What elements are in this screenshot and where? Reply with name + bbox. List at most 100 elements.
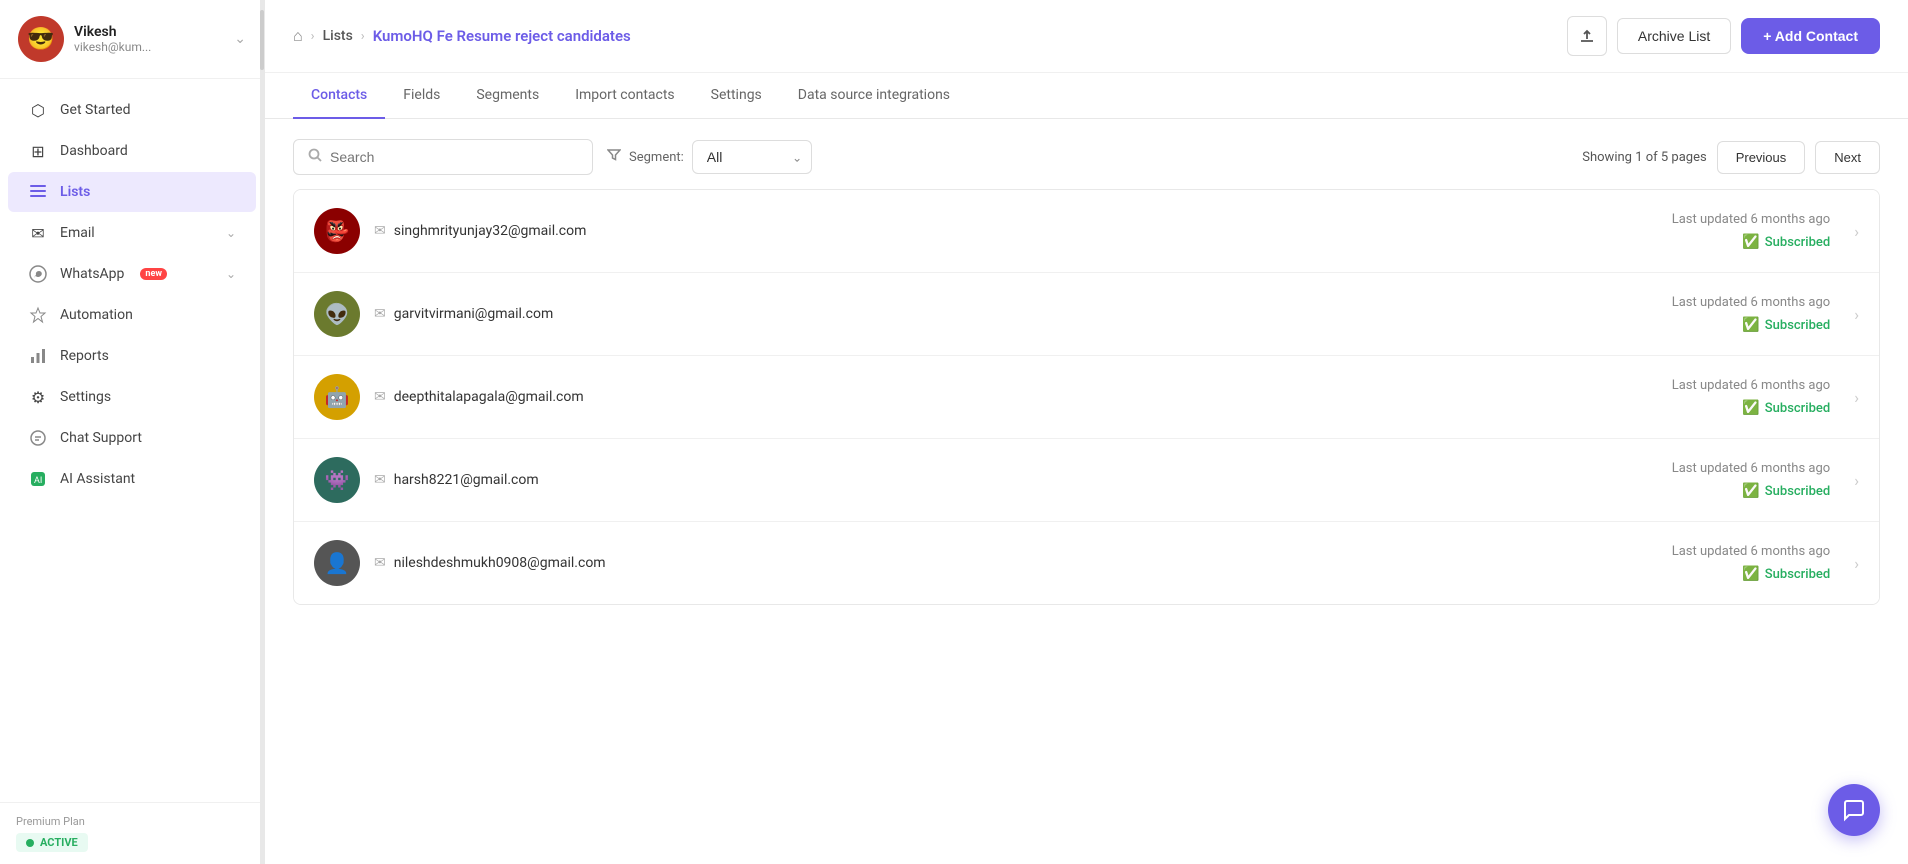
email-icon: ✉ bbox=[374, 555, 386, 571]
tabs-bar: Contacts Fields Segments Import contacts… bbox=[265, 73, 1908, 119]
table-row[interactable]: 👽 ✉ garvitvirmani@gmail.com Last updated… bbox=[294, 273, 1879, 356]
tab-settings[interactable]: Settings bbox=[693, 73, 780, 119]
content-area: Segment: All Subscribed Unsubscribed Sho… bbox=[265, 119, 1908, 864]
chevron-right-icon: › bbox=[1854, 388, 1859, 407]
chat-support-button[interactable] bbox=[1828, 784, 1880, 836]
sidebar-item-label: Automation bbox=[60, 307, 133, 323]
sidebar: 😎 Vikesh vikesh@kum... ⌄ ⬡ Get Started ⊞… bbox=[0, 0, 265, 864]
check-icon: ✅ bbox=[1742, 400, 1759, 416]
status-text: Subscribed bbox=[1765, 318, 1830, 333]
email-icon: ✉ bbox=[374, 223, 386, 239]
check-icon: ✅ bbox=[1742, 483, 1759, 499]
tab-data-source[interactable]: Data source integrations bbox=[780, 73, 968, 119]
breadcrumb-title: KumoHQ Fe Resume reject candidates bbox=[373, 27, 631, 45]
breadcrumb-lists[interactable]: Lists bbox=[323, 28, 353, 44]
contact-email: garvitvirmani@gmail.com bbox=[394, 306, 553, 322]
contact-email: singhmrityunjay32@gmail.com bbox=[394, 223, 587, 239]
last-updated: Last updated 6 months ago bbox=[1672, 212, 1831, 227]
table-row[interactable]: 👺 ✉ singhmrityunjay32@gmail.com Last upd… bbox=[294, 190, 1879, 273]
contact-email-area: ✉ nileshdeshmukh0908@gmail.com bbox=[374, 555, 1658, 571]
contact-email: deepthitalapagala@gmail.com bbox=[394, 389, 584, 405]
email-icon: ✉ bbox=[28, 223, 48, 243]
segment-select[interactable]: All Subscribed Unsubscribed bbox=[692, 140, 812, 174]
contact-email-area: ✉ deepthitalapagala@gmail.com bbox=[374, 389, 1658, 405]
active-dot bbox=[26, 839, 34, 847]
sidebar-item-label: WhatsApp bbox=[60, 266, 124, 282]
check-icon: ✅ bbox=[1742, 317, 1759, 333]
sidebar-item-label: Reports bbox=[60, 348, 109, 364]
tab-contacts[interactable]: Contacts bbox=[293, 73, 385, 119]
chevron-icon: ⌄ bbox=[226, 267, 236, 281]
sidebar-nav: ⬡ Get Started ⊞ Dashboard Lists ✉ Email … bbox=[0, 79, 264, 802]
contact-meta: Last updated 6 months ago ✅ Subscribed bbox=[1672, 544, 1831, 582]
user-profile[interactable]: 😎 Vikesh vikesh@kum... ⌄ bbox=[0, 0, 264, 79]
sidebar-item-automation[interactable]: Automation bbox=[8, 295, 256, 335]
plan-label: Premium Plan bbox=[16, 815, 248, 828]
tab-import-contacts[interactable]: Import contacts bbox=[557, 73, 692, 119]
next-button[interactable]: Next bbox=[1815, 141, 1880, 174]
scroll-thumb bbox=[260, 10, 264, 70]
table-row[interactable]: 🤖 ✉ deepthitalapagala@gmail.com Last upd… bbox=[294, 356, 1879, 439]
contact-meta: Last updated 6 months ago ✅ Subscribed bbox=[1672, 378, 1831, 416]
upload-button[interactable] bbox=[1567, 16, 1607, 56]
status-badge: ✅ Subscribed bbox=[1742, 317, 1830, 333]
plan-status: ACTIVE bbox=[40, 836, 78, 849]
sidebar-item-whatsapp[interactable]: WhatsApp new ⌄ bbox=[8, 254, 256, 294]
sidebar-item-email[interactable]: ✉ Email ⌄ bbox=[8, 213, 256, 253]
page-info-text: Showing 1 of 5 pages bbox=[1582, 150, 1706, 165]
chevron-right-icon: › bbox=[1854, 222, 1859, 241]
chevron-right-icon: › bbox=[1854, 554, 1859, 573]
ai-assistant-icon: AI bbox=[28, 469, 48, 489]
search-box[interactable] bbox=[293, 139, 593, 175]
table-row[interactable]: 👾 ✉ harsh8221@gmail.com Last updated 6 m… bbox=[294, 439, 1879, 522]
sidebar-item-label: Get Started bbox=[60, 102, 131, 118]
sidebar-item-lists[interactable]: Lists bbox=[8, 172, 256, 212]
sidebar-item-ai-assistant[interactable]: AI AI Assistant bbox=[8, 459, 256, 499]
home-icon[interactable]: ⌂ bbox=[293, 26, 303, 46]
whatsapp-icon bbox=[28, 264, 48, 284]
sidebar-item-settings[interactable]: ⚙ Settings bbox=[8, 377, 256, 417]
sidebar-item-dashboard[interactable]: ⊞ Dashboard bbox=[8, 131, 256, 171]
sidebar-item-label: Settings bbox=[60, 389, 111, 405]
contact-email-area: ✉ harsh8221@gmail.com bbox=[374, 472, 1658, 488]
chevron-right-icon: › bbox=[1854, 305, 1859, 324]
tab-fields[interactable]: Fields bbox=[385, 73, 458, 119]
contact-meta: Last updated 6 months ago ✅ Subscribed bbox=[1672, 212, 1831, 250]
contact-email-area: ✉ singhmrityunjay32@gmail.com bbox=[374, 223, 1658, 239]
filter-bar: Segment: All Subscribed Unsubscribed Sho… bbox=[293, 139, 1880, 175]
lists-icon bbox=[28, 182, 48, 202]
status-text: Subscribed bbox=[1765, 567, 1830, 582]
breadcrumb-sep2: › bbox=[361, 29, 365, 44]
table-row[interactable]: 👤 ✉ nileshdeshmukh0908@gmail.com Last up… bbox=[294, 522, 1879, 604]
page-header: ⌂ › Lists › KumoHQ Fe Resume reject cand… bbox=[265, 0, 1908, 73]
sidebar-item-reports[interactable]: Reports bbox=[8, 336, 256, 376]
status-text: Subscribed bbox=[1765, 401, 1830, 416]
sidebar-item-label: Dashboard bbox=[60, 143, 128, 159]
new-badge: new bbox=[140, 268, 167, 280]
last-updated: Last updated 6 months ago bbox=[1672, 461, 1831, 476]
breadcrumb: ⌂ › Lists › KumoHQ Fe Resume reject cand… bbox=[293, 26, 1557, 46]
sidebar-item-get-started[interactable]: ⬡ Get Started bbox=[8, 90, 256, 130]
user-info: Vikesh vikesh@kum... bbox=[74, 24, 224, 54]
main-content: ⌂ › Lists › KumoHQ Fe Resume reject cand… bbox=[265, 0, 1908, 864]
chevron-icon: ⌄ bbox=[226, 226, 236, 240]
sidebar-item-chat-support[interactable]: Chat Support bbox=[8, 418, 256, 458]
contact-list: 👺 ✉ singhmrityunjay32@gmail.com Last upd… bbox=[293, 189, 1880, 605]
email-icon: ✉ bbox=[374, 472, 386, 488]
tab-segments[interactable]: Segments bbox=[458, 73, 557, 119]
last-updated: Last updated 6 months ago bbox=[1672, 544, 1831, 559]
avatar: 👺 bbox=[314, 208, 360, 254]
scrollbar[interactable] bbox=[260, 0, 264, 864]
contact-email: nileshdeshmukh0908@gmail.com bbox=[394, 555, 606, 571]
last-updated: Last updated 6 months ago bbox=[1672, 378, 1831, 393]
settings-icon: ⚙ bbox=[28, 387, 48, 407]
automation-icon bbox=[28, 305, 48, 325]
previous-button[interactable]: Previous bbox=[1717, 141, 1806, 174]
status-text: Subscribed bbox=[1765, 235, 1830, 250]
archive-list-button[interactable]: Archive List bbox=[1617, 18, 1731, 54]
add-contact-button[interactable]: + Add Contact bbox=[1741, 18, 1880, 54]
search-input[interactable] bbox=[330, 149, 578, 165]
segment-label: Segment: bbox=[629, 150, 684, 165]
sidebar-plan: Premium Plan ACTIVE bbox=[0, 802, 264, 864]
avatar: 🤖 bbox=[314, 374, 360, 420]
